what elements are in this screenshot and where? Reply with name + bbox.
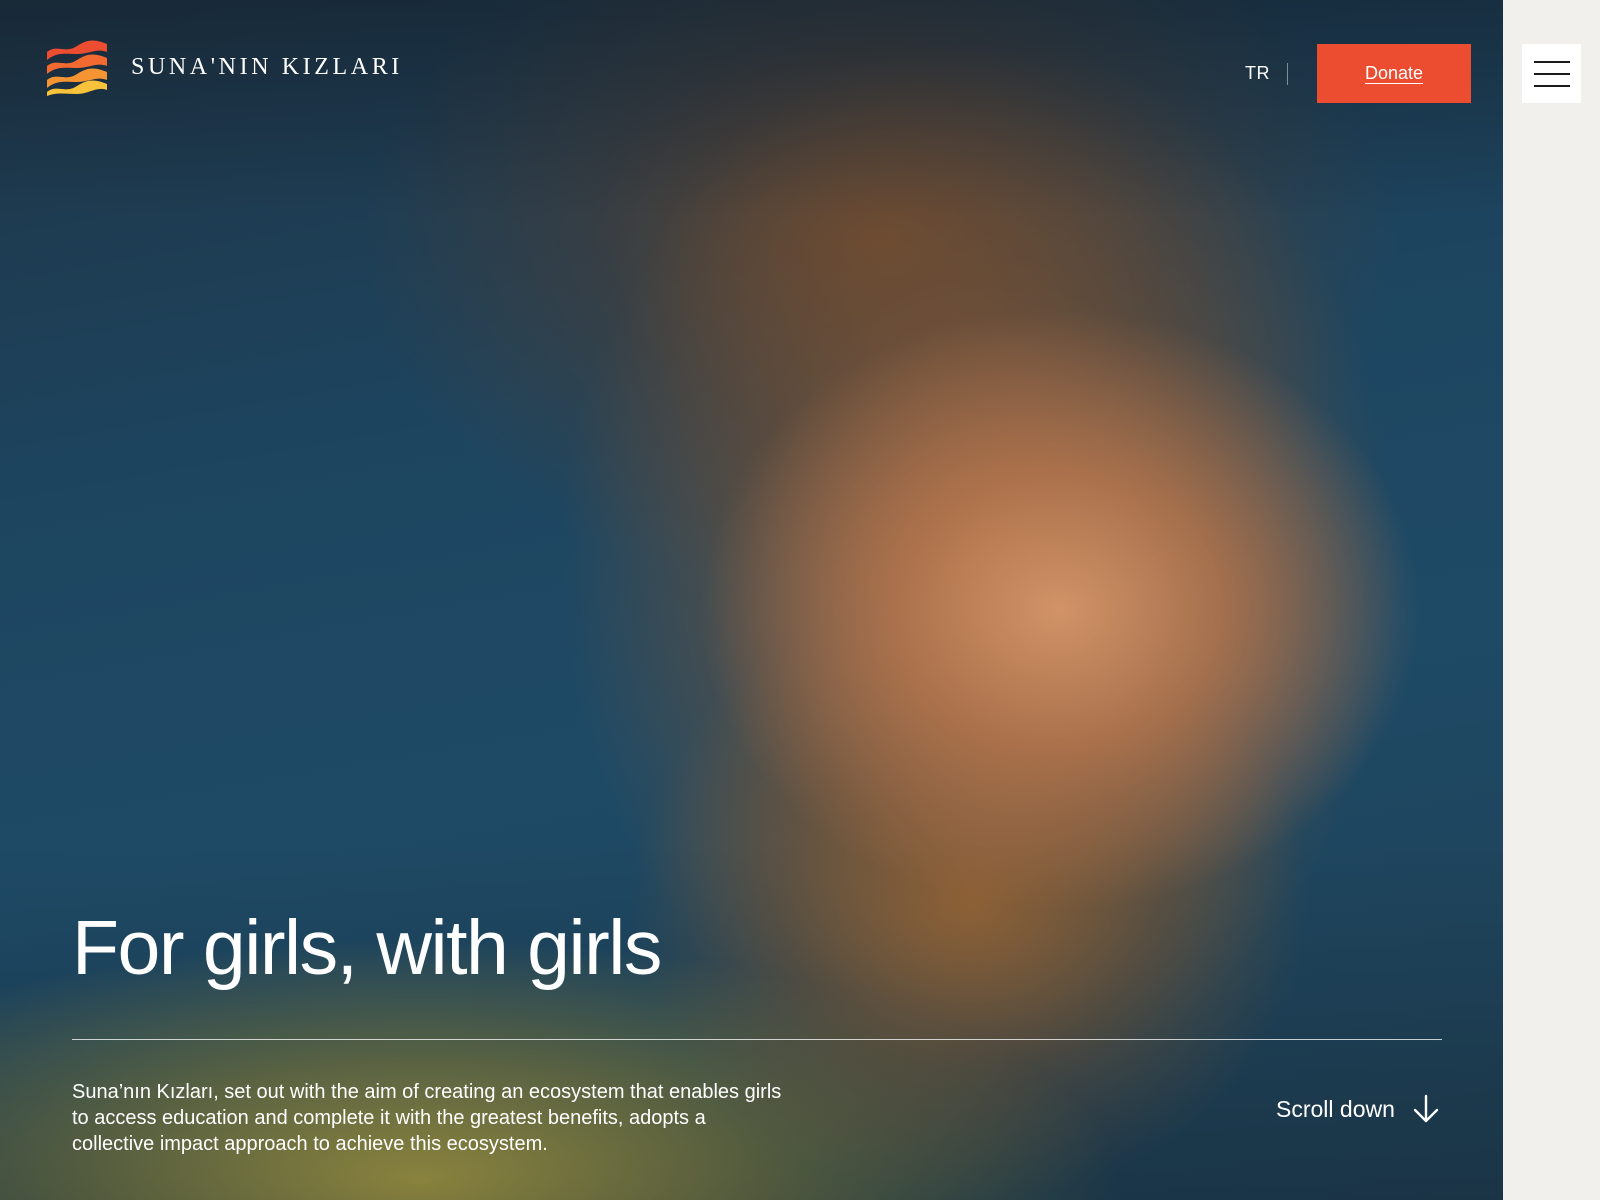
site-logo[interactable]: SUNA'NIN KIZLARI	[45, 38, 403, 96]
wave-stripes-logo-icon	[47, 40, 107, 96]
arrow-down-icon	[1413, 1094, 1439, 1123]
hamburger-menu-icon-line	[1533, 84, 1570, 87]
hero-headline: For girls, with girls	[72, 905, 662, 991]
language-switch-tr[interactable]: TR	[1245, 63, 1270, 84]
hamburger-menu-icon-line	[1533, 72, 1570, 75]
hero-background-image	[0, 0, 1503, 1200]
hamburger-menu-button[interactable]	[1522, 44, 1581, 103]
scroll-down-link[interactable]: Scroll down	[1276, 1094, 1439, 1124]
hero-divider	[72, 1039, 1442, 1040]
donate-button[interactable]: Donate	[1317, 44, 1471, 103]
hero-intro-text: Suna’nın Kızları, set out with the aim o…	[72, 1081, 782, 1155]
hero-section: SUNA'NIN KIZLARI TR Donate For girls, wi…	[0, 0, 1503, 1200]
hamburger-menu-icon-line	[1533, 60, 1570, 63]
header-divider	[1287, 63, 1288, 85]
scroll-down-label: Scroll down	[1276, 1095, 1395, 1122]
brand-name: SUNA'NIN KIZLARI	[131, 53, 403, 80]
